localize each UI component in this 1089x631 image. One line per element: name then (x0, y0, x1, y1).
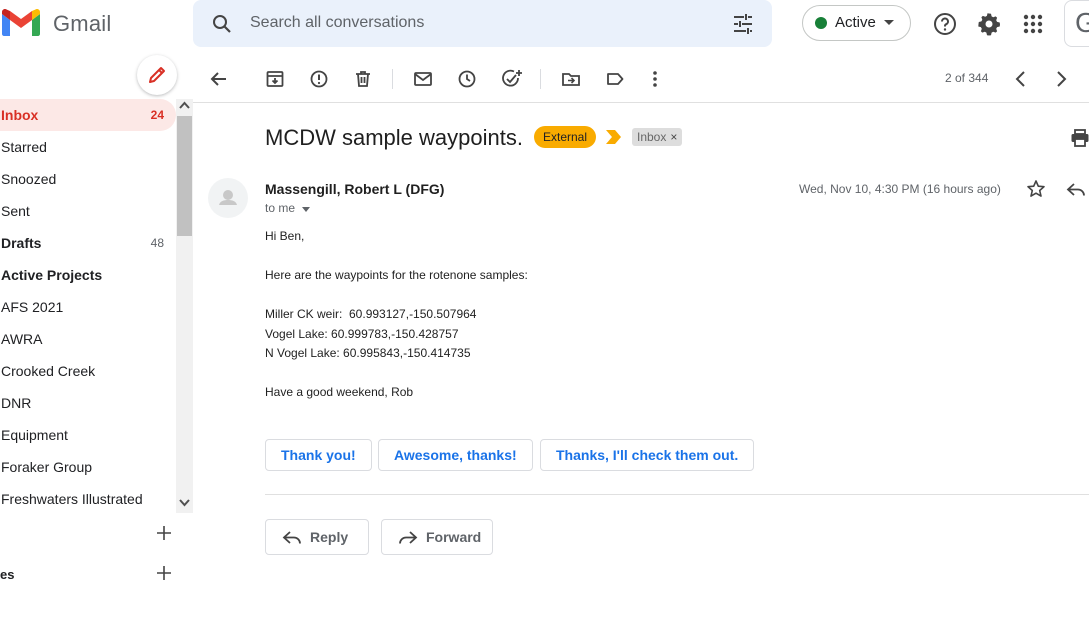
recipient-details[interactable]: to me (265, 201, 295, 215)
sidebar-item-crooked-creek[interactable]: Crooked Creek (0, 355, 176, 387)
sidebar-nav: Inbox 24 Starred Snoozed Sent Drafts 48 Ac… (0, 99, 176, 515)
sidebar-item-dnr[interactable]: DNR (0, 387, 176, 419)
sidebar-item-label: Starred (1, 139, 47, 155)
reply-button[interactable]: Reply (265, 519, 369, 555)
report-spam-icon[interactable] (309, 69, 329, 89)
reply-icon (282, 531, 301, 544)
sidebar-item-label: Drafts (1, 235, 42, 251)
active-status-dot (815, 17, 827, 29)
compose-button[interactable] (137, 55, 177, 95)
drafts-count: 48 (150, 236, 164, 250)
sidebar-item-label: Crooked Creek (1, 363, 96, 379)
account-switcher[interactable]: G (1064, 0, 1089, 47)
email-body-line: Vogel Lake: 60.999783,-150.428757 (265, 327, 459, 341)
sidebar-item-awra[interactable]: AWRA (0, 323, 176, 355)
smart-reply-button[interactable]: Thank you! (265, 439, 372, 471)
add-task-icon[interactable] (501, 69, 523, 89)
sidebar-item-active-projects[interactable]: Active Projects (0, 259, 176, 291)
sidebar-item-sent[interactable]: Sent (0, 195, 176, 227)
add-icon[interactable] (156, 565, 172, 581)
gmail-logo-icon[interactable] (2, 8, 40, 38)
sidebar-item-label: AWRA (1, 331, 43, 347)
reply-label: Reply (310, 529, 349, 545)
chevron-down-icon[interactable] (884, 20, 894, 25)
sidebar-item-freshwaters-illustrated[interactable]: Freshwaters Illustrated (0, 483, 176, 515)
tune-icon[interactable] (732, 13, 754, 35)
back-arrow-icon[interactable] (209, 69, 229, 89)
label-icon[interactable] (605, 69, 625, 89)
email-body-line: Miller CK weir: 60.993127,-150.507964 (265, 307, 477, 321)
email-body-line: N Vogel Lake: 60.995843,-150.414735 (265, 346, 471, 360)
sidebar-item-inbox[interactable]: Inbox 24 (0, 99, 176, 131)
print-icon[interactable] (1070, 128, 1089, 148)
sidebar-item-label: Inbox (1, 107, 39, 123)
forward-icon (399, 531, 418, 544)
forward-label: Forward (426, 529, 482, 545)
label-chip[interactable]: Inbox × (632, 128, 683, 146)
archive-icon[interactable] (265, 69, 285, 89)
sidebar-item-snoozed[interactable]: Snoozed (0, 163, 176, 195)
app-name[interactable]: Gmail (53, 11, 111, 37)
email-body-line: Have a good weekend, Rob (265, 385, 414, 399)
smart-reply-button[interactable]: Thanks, I'll check them out. (540, 439, 755, 471)
importance-marker-icon[interactable] (606, 130, 622, 144)
email-subject: MCDW sample waypoints. (265, 125, 523, 150)
smart-reply-button[interactable]: Awesome, thanks! (378, 439, 533, 471)
remove-label-icon[interactable]: × (670, 130, 677, 144)
newer-chevron-icon[interactable] (1051, 69, 1071, 89)
toolbar-divider (540, 69, 541, 89)
sidebar-section-label: es (0, 567, 15, 582)
sidebar-item-label: AFS 2021 (1, 299, 64, 315)
external-badge: External (534, 126, 597, 148)
pagination-counter: 2 of 344 (945, 71, 989, 85)
scrollbar-thumb[interactable] (177, 116, 192, 236)
email-body-line: Hi Ben, (265, 229, 305, 243)
label-chip-text: Inbox (637, 130, 667, 144)
search-input[interactable]: Search all conversations (250, 14, 424, 32)
email-body-line: Here are the waypoints for the rotenone … (265, 268, 528, 282)
sidebar-item-label: Foraker Group (1, 459, 93, 475)
sidebar-item-equipment[interactable]: Equipment (0, 419, 176, 451)
status-label[interactable]: Active (835, 14, 876, 31)
sidebar-item-drafts[interactable]: Drafts 48 (0, 227, 176, 259)
message-divider (265, 494, 1089, 495)
unread-count: 24 (150, 108, 164, 122)
sidebar-item-afs-2021[interactable]: AFS 2021 (0, 291, 176, 323)
sidebar-item-label: DNR (1, 395, 32, 411)
chevron-down-icon[interactable] (302, 207, 310, 212)
delete-icon[interactable] (353, 69, 373, 89)
sidebar-item-label: Snoozed (1, 171, 57, 187)
forward-button[interactable]: Forward (381, 519, 493, 555)
older-chevron-icon[interactable] (1011, 69, 1031, 89)
sidebar-item-label: Equipment (1, 427, 68, 443)
apps-icon[interactable] (1022, 13, 1044, 35)
sidebar-item-label: Sent (1, 203, 30, 219)
scroll-down-icon[interactable] (179, 499, 190, 507)
reply-icon[interactable] (1066, 180, 1086, 200)
move-to-icon[interactable] (561, 69, 581, 89)
message-date: Wed, Nov 10, 4:30 PM (16 hours ago) (799, 182, 1001, 196)
mark-unread-icon[interactable] (413, 69, 433, 89)
sender-name[interactable]: Massengill, Robert L (DFG) (265, 181, 444, 197)
sidebar-item-label: Freshwaters Illustrated (1, 491, 143, 507)
snooze-icon[interactable] (457, 69, 477, 89)
sidebar-item-label: Active Projects (1, 267, 103, 283)
help-icon[interactable] (933, 12, 957, 36)
sidebar-item-foraker-group[interactable]: Foraker Group (0, 451, 176, 483)
sidebar-item-starred[interactable]: Starred (0, 131, 176, 163)
toolbar-divider-line (193, 102, 1089, 103)
add-icon[interactable] (156, 525, 172, 541)
star-icon[interactable] (1026, 179, 1046, 199)
scroll-up-icon[interactable] (179, 101, 190, 109)
gear-icon[interactable] (977, 12, 1001, 36)
toolbar-divider (392, 69, 393, 89)
more-icon[interactable] (645, 69, 665, 89)
avatar[interactable] (208, 178, 248, 218)
search-icon[interactable] (210, 12, 234, 36)
